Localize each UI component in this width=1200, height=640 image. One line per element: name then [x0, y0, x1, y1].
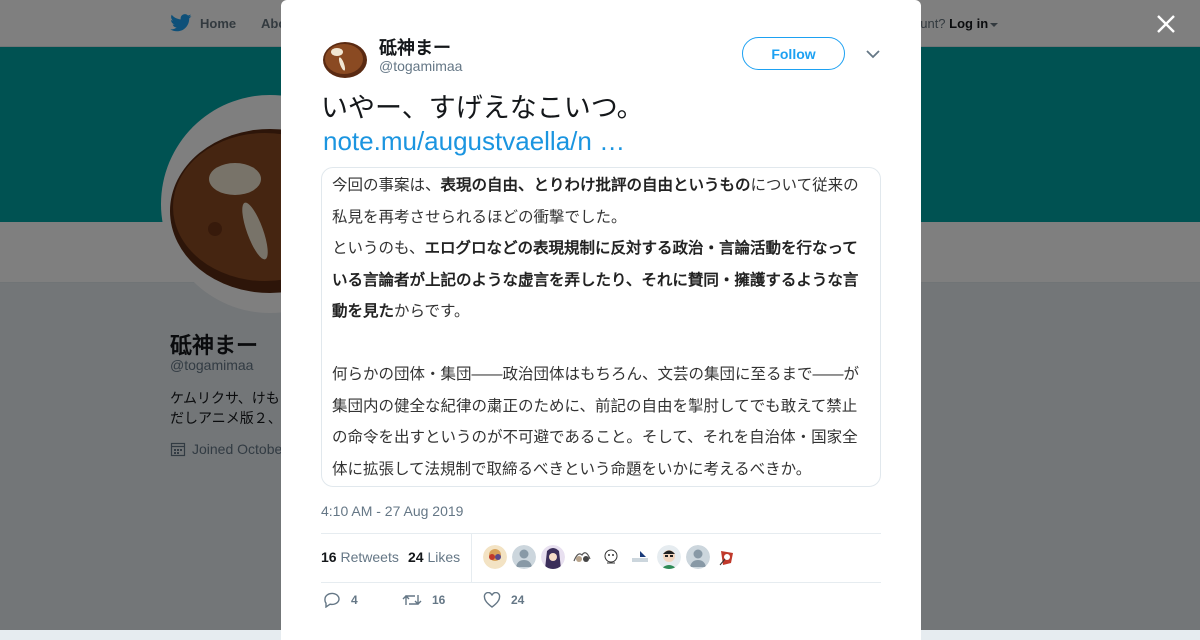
liker-avatar[interactable] — [570, 545, 594, 569]
curry-avatar-image — [321, 34, 369, 82]
likes-label: Likes — [427, 549, 461, 565]
card-text: からです。 — [394, 303, 470, 320]
liker-avatar[interactable] — [686, 545, 710, 569]
reply-icon — [324, 592, 340, 608]
chevron-down-icon — [866, 50, 880, 59]
retweet-count: 16 — [432, 593, 446, 607]
author-avatar[interactable] — [321, 34, 369, 82]
more-options-button[interactable] — [865, 47, 881, 61]
retweet-icon — [402, 595, 422, 605]
tweet-link[interactable]: note.mu/augustvaella/n … — [323, 125, 625, 157]
retweets-stat[interactable]: 16 Retweets — [321, 549, 399, 565]
tweet-modal: 砥神まー @togamimaa Follow いやー、すげえなこいつ。 note… — [281, 0, 921, 640]
likers-avatars — [483, 545, 739, 569]
card-paragraph: 何らかの団体・集団――政治団体はもちろん、文芸の集団に至るまで――が集団内の健全… — [332, 366, 860, 478]
stats-divider — [471, 534, 472, 582]
liker-avatar[interactable] — [657, 545, 681, 569]
liker-avatar[interactable] — [483, 545, 507, 569]
card-text-bold: 表現の自由、とりわけ批評の自由というもの — [440, 177, 751, 194]
link-preview-card[interactable]: 今回の事案は、表現の自由、とりわけ批評の自由というものについて従来の私見を再考さ… — [321, 167, 881, 487]
liker-avatar[interactable] — [512, 545, 536, 569]
card-paragraph: 今回の事案は、表現の自由、とりわけ批評の自由というものについて従来の私見を再考さ… — [332, 170, 872, 233]
retweets-count: 16 — [321, 549, 337, 565]
follow-button[interactable]: Follow — [742, 37, 845, 70]
retweet-button[interactable]: 16 — [402, 592, 445, 608]
card-spacer — [332, 328, 872, 360]
author-handle[interactable]: @togamimaa — [379, 58, 462, 74]
tweet-text: いやー、すげえなこいつ。 — [321, 93, 644, 123]
heart-icon — [483, 592, 501, 608]
liker-avatar[interactable] — [715, 545, 739, 569]
like-count: 24 — [511, 593, 525, 607]
reply-button[interactable]: 4 — [323, 592, 358, 608]
tweet-stats: 16 Retweets 24 Likes — [321, 533, 881, 583]
card-body: 今回の事案は、表現の自由、とりわけ批評の自由というものについて従来の私見を再考さ… — [332, 170, 872, 485]
likes-count: 24 — [408, 549, 424, 565]
liker-avatar[interactable] — [599, 545, 623, 569]
liker-avatar[interactable] — [541, 545, 565, 569]
close-button[interactable] — [1152, 10, 1180, 38]
reply-count: 4 — [351, 593, 358, 607]
liker-avatar[interactable] — [628, 545, 652, 569]
retweets-label: Retweets — [340, 549, 399, 565]
author-name[interactable]: 砥神まー — [379, 34, 451, 60]
card-text: 今回の事案は、 — [332, 177, 441, 194]
close-icon — [1157, 15, 1175, 33]
card-paragraph: というのも、エログロなどの表現規制に反対する政治・言論活動を行なっている言論者が… — [332, 233, 872, 328]
like-button[interactable]: 24 — [483, 592, 524, 608]
card-text: というのも、 — [332, 240, 425, 257]
tweet-timestamp[interactable]: 4:10 AM - 27 Aug 2019 — [321, 503, 463, 519]
likes-stat[interactable]: 24 Likes — [408, 549, 460, 565]
